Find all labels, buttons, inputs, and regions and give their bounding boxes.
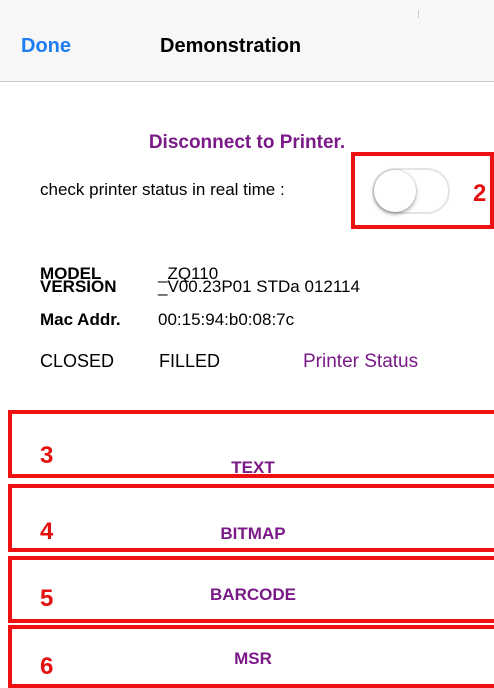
bitmap-command-label: BITMAP	[220, 524, 286, 543]
barcode-command-label: BARCODE	[210, 585, 296, 604]
navigation-bar: Done Demonstration	[0, 0, 494, 82]
text-command-button[interactable]: 3 TEXT	[8, 410, 494, 478]
text-command-label: TEXT	[231, 458, 275, 477]
toggle-knob	[374, 170, 416, 212]
version-value: _V00.23P01 STDa 012114	[158, 277, 360, 296]
barcode-command-button[interactable]: 5 BARCODE	[8, 556, 494, 623]
version-label: VERSION	[40, 277, 117, 296]
msr-command-label: MSR	[234, 649, 272, 668]
bitmap-command-button[interactable]: 4 BITMAP	[8, 484, 494, 552]
printer-status-button[interactable]: Printer Status	[303, 351, 418, 373]
page-title: Demonstration	[160, 35, 302, 57]
paper-status: FILLED	[159, 351, 221, 371]
annotation-number-2: 2	[473, 180, 487, 207]
done-button[interactable]: Done	[21, 35, 71, 58]
mac-address-value: 00:15:94:b0:08:7c	[158, 310, 295, 329]
cover-status: CLOSED	[40, 351, 115, 371]
msr-command-button[interactable]: 6 MSR	[8, 625, 494, 688]
divider	[418, 10, 419, 18]
mac-address-label: Mac Addr.	[40, 310, 121, 329]
realtime-status-label: check printer status in real time :	[40, 180, 285, 199]
disconnect-printer-button[interactable]: Disconnect to Printer.	[0, 132, 494, 154]
realtime-status-toggle[interactable]	[372, 168, 450, 214]
